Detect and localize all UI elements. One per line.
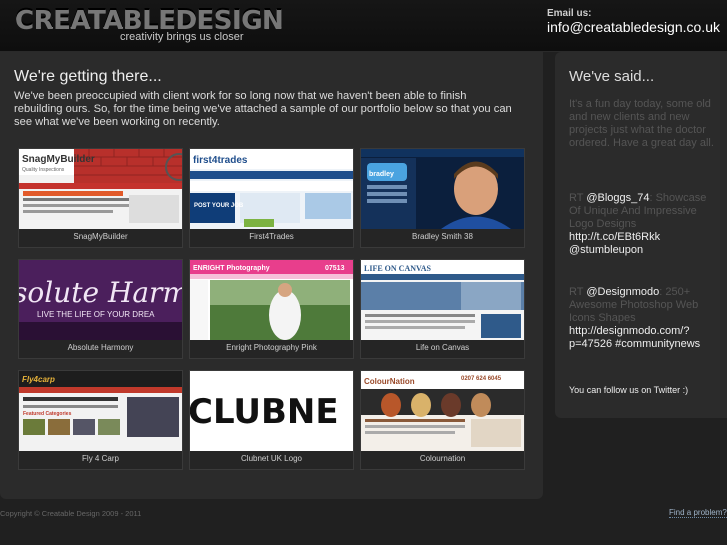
portfolio-thumbnail[interactable]: Fly4carp Featured Categories <box>19 371 182 451</box>
thumb-tagline: Featured Categories <box>23 411 72 417</box>
thumb-tagline: 07513 <box>325 265 345 272</box>
site-tagline: creativity brings us closer <box>120 31 244 43</box>
site-logo[interactable]: CREATABLEDESIGN <box>15 6 284 34</box>
portfolio-caption[interactable]: Clubnet UK Logo <box>190 454 353 463</box>
thumb-tagline: Quality Inspections <box>22 167 65 173</box>
portfolio-item[interactable]: ColourNation 0207 624 6045 Colournation <box>360 370 525 470</box>
thumb-tagline: POST YOUR JOB <box>194 203 244 209</box>
tweet-handle-link[interactable]: @Bloggs_74 <box>586 192 649 204</box>
find-problem-link[interactable]: Find a problem? <box>669 508 727 518</box>
tweet: RT @Designmodo: 250+ Awesome Photoshop W… <box>569 286 719 351</box>
portfolio-thumbnail[interactable]: SnagMyBuilder Quality Inspections <box>19 149 182 229</box>
portfolio-caption[interactable]: Absolute Harmony <box>19 343 182 352</box>
portfolio-caption[interactable]: Fly 4 Carp <box>19 454 182 463</box>
portfolio-thumbnail[interactable]: bradley <box>361 149 524 229</box>
portfolio-item[interactable]: solute Harm LIVE THE LIFE OF YOUR DREA A… <box>18 259 183 359</box>
portfolio-item[interactable]: bradley Bradley Smith 38 <box>360 148 525 248</box>
thumb-logo: LIFE ON CANVAS <box>364 264 432 273</box>
thumb-logo: bradley <box>369 171 394 178</box>
tweet: RT @Bloggs_74: Showcase Of Unique And Im… <box>569 192 719 257</box>
tweet-url-link[interactable]: http://designmodo.com/?p=47526 #communit… <box>569 325 700 350</box>
thumb-logo: ENRIGHT Photography <box>193 265 270 272</box>
tweet-prefix: RT <box>569 286 587 298</box>
portfolio-thumbnail[interactable]: CLUBNE <box>190 371 353 451</box>
tweet-url-link[interactable]: http://t.co/EBt6Rkk @stumbleupon <box>569 231 660 256</box>
thumb-logo: ColourNation <box>364 377 415 386</box>
thumb-logo: CLUBNE <box>190 392 339 432</box>
twitter-sidebar: We've said... It's a fun day today, some… <box>555 52 727 418</box>
portfolio-thumbnail[interactable]: LIFE ON CANVAS <box>361 260 524 340</box>
portfolio-item[interactable]: SnagMyBuilder Quality Inspections SnagMy… <box>18 148 183 248</box>
portfolio-caption[interactable]: SnagMyBuilder <box>19 232 182 241</box>
email-link[interactable]: info@creatabledesign.co.uk <box>547 19 720 35</box>
portfolio-caption[interactable]: Enright Photography Pink <box>190 343 353 352</box>
thumb-logo: solute Harm <box>19 276 182 309</box>
portfolio-thumbnail[interactable]: solute Harm LIVE THE LIFE OF YOUR DREA <box>19 260 182 340</box>
tweet-prefix: RT <box>569 192 587 204</box>
tweet-handle-link[interactable]: @Designmodo <box>586 286 659 298</box>
portfolio-caption[interactable]: Life on Canvas <box>361 343 524 352</box>
thumb-logo: Fly4carp <box>22 375 55 384</box>
thumb-logo: SnagMyBuilder <box>22 154 95 165</box>
portfolio-item[interactable]: LIFE ON CANVAS Life on Canvas <box>360 259 525 359</box>
portfolio-item[interactable]: first4trades POST YOUR JOB First4Trades <box>189 148 354 248</box>
thumb-logo: first4trades <box>193 155 248 166</box>
page-title: We're getting there... <box>14 68 162 85</box>
portfolio-caption[interactable]: First4Trades <box>190 232 353 241</box>
portfolio-caption[interactable]: Colournation <box>361 454 524 463</box>
thumb-tagline: LIVE THE LIFE OF YOUR DREA <box>37 310 155 319</box>
sidebar-title: We've said... <box>569 68 655 85</box>
intro-text: We've been preoccupied with client work … <box>14 90 512 128</box>
portfolio-thumbnail[interactable]: ColourNation 0207 624 6045 <box>361 371 524 451</box>
email-label: Email us: <box>547 8 592 19</box>
portfolio-thumbnail[interactable]: first4trades POST YOUR JOB <box>190 149 353 229</box>
thumb-tagline: 0207 624 6045 <box>461 376 502 382</box>
portfolio-item[interactable]: Fly4carp Featured Categories Fly 4 Carp <box>18 370 183 470</box>
portfolio-caption[interactable]: Bradley Smith 38 <box>361 232 524 241</box>
portfolio-thumbnail[interactable]: ENRIGHT Photography 07513 <box>190 260 353 340</box>
tweet: It's a fun day today, some old and new c… <box>569 98 719 150</box>
tweet-text: It's a fun day today, some old and new c… <box>569 98 714 149</box>
twitter-follow-link[interactable]: You can follow us on Twitter :) <box>569 385 688 395</box>
portfolio-item[interactable]: CLUBNE Clubnet UK Logo <box>189 370 354 470</box>
main-panel: We're getting there... We've been preocc… <box>0 52 543 499</box>
site-header: CREATABLEDESIGN creativity brings us clo… <box>0 0 727 52</box>
copyright: Copyright © Creatable Design 2009 - 2011 <box>0 509 142 518</box>
portfolio-item[interactable]: ENRIGHT Photography 07513 Enright Photog… <box>189 259 354 359</box>
